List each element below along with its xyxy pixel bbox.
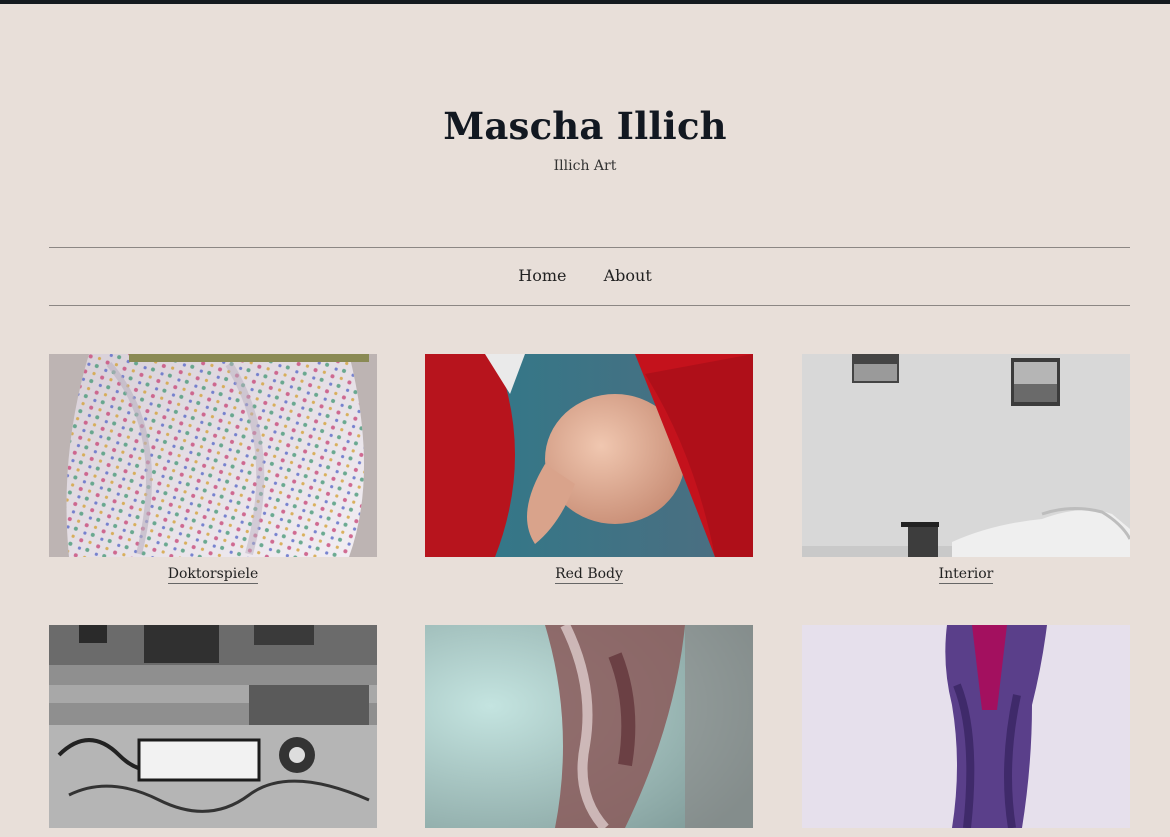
gallery-thumbnail[interactable]: [425, 625, 753, 828]
top-bar: [0, 0, 1170, 4]
gallery-item: [802, 625, 1130, 837]
gallery-thumbnail[interactable]: [49, 354, 377, 557]
site-title[interactable]: Mascha Illich: [0, 104, 1170, 148]
gallery-thumbnail[interactable]: [425, 354, 753, 557]
gallery-item: Red Body: [425, 354, 753, 584]
red-stockings-legs-photo: [425, 354, 753, 557]
nav-bottom-divider: [49, 305, 1130, 306]
gallery-item: [425, 625, 753, 837]
nav-item-home[interactable]: Home: [518, 266, 566, 285]
purple-stockings-photo: [802, 625, 1130, 828]
site-tagline: Illich Art: [553, 158, 617, 174]
gallery-caption-link[interactable]: Interior: [938, 566, 994, 584]
bw-bedroom-interior-photo: [802, 354, 1130, 557]
gallery-item: Doktorspiele: [49, 354, 377, 584]
gallery-thumbnail[interactable]: [802, 354, 1130, 557]
nav-top-divider: [49, 247, 1130, 248]
graffiti-building-photo: [49, 625, 377, 828]
gallery-item: [49, 625, 377, 837]
main-navigation: Home About: [0, 266, 1170, 285]
nav-item-about[interactable]: About: [604, 266, 652, 285]
gallery-caption-link[interactable]: Doktorspiele: [167, 566, 259, 584]
gallery-thumbnail[interactable]: [802, 625, 1130, 828]
lace-fabric-photo: [425, 625, 753, 828]
gallery-item: Interior: [802, 354, 1130, 584]
polka-dot-fabric-photo: [49, 354, 377, 557]
gallery-caption-link[interactable]: Red Body: [555, 566, 623, 584]
gallery-thumbnail[interactable]: [49, 625, 377, 828]
